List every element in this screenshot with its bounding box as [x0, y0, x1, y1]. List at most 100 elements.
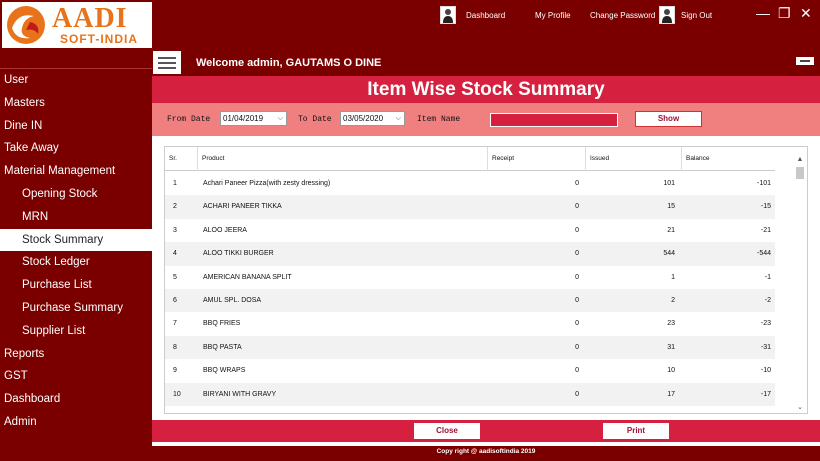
cell-product: ALOO JEERA [203, 226, 247, 234]
cell-balance: -2 [764, 297, 771, 304]
sidebar-item-dashboard[interactable]: Dashboard [0, 388, 152, 411]
cell-receipt: 0 [575, 180, 579, 187]
sidebar-item-opening-stock[interactable]: Opening Stock [0, 183, 152, 206]
cell-receipt: 0 [575, 226, 579, 234]
sidebar: User Masters Dine IN Take Away Material Mana… [0, 68, 152, 448]
cell-balance: -31 [760, 343, 771, 351]
cell-issued: 544 [663, 250, 675, 258]
topnav-my-profile-label: My Profile [535, 10, 571, 20]
scroll-thumb[interactable] [796, 167, 804, 179]
table-row[interactable]: 6 AMUL SPL. DOSA 0 2 -2 [165, 289, 775, 313]
cell-balance: -23 [760, 320, 771, 328]
table-row[interactable]: 9 BBQ WRAPS 0 10 -10 [165, 359, 775, 382]
cell-receipt: 0 [575, 320, 579, 328]
to-date-picker[interactable]: 03/05/2020 ⌵ [340, 111, 405, 126]
cell-sr: 8 [173, 343, 177, 351]
close-button[interactable]: Close [414, 423, 480, 439]
cell-sr: 5 [173, 273, 177, 281]
from-date-label: From Date [167, 115, 211, 124]
sidebar-item-material-management[interactable]: Material Management [0, 160, 152, 183]
topnav-dashboard-label: Dashboard [466, 10, 506, 20]
cell-receipt: 0 [575, 390, 579, 398]
table-row[interactable]: 3 ALOO JEERA 0 21 -21 [165, 219, 775, 242]
cell-product: ALOO TIKKI BURGER [203, 250, 274, 258]
cell-balance: -15 [760, 203, 771, 211]
scroll-down-icon[interactable]: ⌄ [795, 403, 805, 413]
header-receipt[interactable]: Receipt [487, 147, 583, 171]
topnav-my-profile[interactable]: My Profile [535, 0, 571, 30]
table-row[interactable]: 10 BIRYANI WITH GRAVY 0 17 -17 [165, 382, 775, 406]
table-row[interactable]: 5 AMERICAN BANANA SPLIT 0 1 -1 [165, 266, 775, 289]
topnav-change-password[interactable]: Change Password [590, 0, 655, 30]
sidebar-item-dine-in[interactable]: Dine IN [0, 115, 152, 138]
cell-product: AMERICAN BANANA SPLIT [203, 273, 292, 281]
cell-issued: 23 [667, 320, 675, 328]
cell-sr: 9 [173, 367, 177, 375]
sidebar-item-admin[interactable]: Admin [0, 411, 152, 434]
maximize-window-icon[interactable]: ❐ [778, 6, 791, 20]
hamburger-menu-icon[interactable] [153, 51, 181, 74]
cell-receipt: 0 [575, 343, 579, 351]
cell-issued: 31 [667, 343, 675, 351]
scroll-up-icon[interactable]: ▲ [795, 155, 805, 165]
sidebar-item-mrn[interactable]: MRN [0, 206, 152, 229]
to-date-label: To Date [298, 115, 332, 124]
item-name-input[interactable] [490, 113, 618, 127]
title-bar: Item Wise Stock Summary [152, 76, 820, 103]
sidebar-item-gst[interactable]: GST [0, 365, 152, 388]
table-row[interactable]: 8 BBQ PASTA 0 31 -31 [165, 335, 775, 360]
from-date-value: 01/04/2019 [223, 114, 264, 123]
vertical-scrollbar[interactable]: ▲ ⌄ [795, 155, 805, 413]
copyright-text: Copy right @ aadisoftindia 2019 [436, 448, 536, 455]
header-issued[interactable]: Issued [585, 147, 679, 171]
print-button[interactable]: Print [603, 423, 669, 439]
sidebar-item-reports[interactable]: Reports [0, 343, 152, 366]
cell-issued: 17 [667, 390, 675, 398]
logo-sub-text: SOFT-INDIA [60, 32, 138, 46]
header-balance[interactable]: Balance [681, 147, 775, 171]
header-sr[interactable]: Sr. [165, 147, 195, 171]
user-avatar-icon [440, 6, 456, 24]
cell-product: ACHARI PANEER TIKKA [203, 203, 282, 211]
cell-receipt: 0 [575, 203, 579, 211]
cell-sr: 4 [173, 250, 177, 258]
footer-bar: Close Print [152, 420, 820, 442]
from-date-picker[interactable]: 01/04/2019 ⌵ [220, 111, 287, 126]
cell-sr: 7 [173, 320, 177, 328]
close-window-icon[interactable]: ✕ [800, 6, 812, 20]
cell-issued: 10 [667, 367, 675, 375]
sign-out-avatar-icon [659, 6, 675, 24]
cell-product: AMUL SPL. DOSA [203, 297, 262, 304]
table-header: Sr. Product Receipt Issued Balance [165, 147, 775, 171]
logo-main-text: AADI [52, 3, 128, 34]
collapse-panel-icon[interactable] [796, 57, 814, 65]
topnav-dashboard[interactable]: Dashboard [440, 0, 505, 30]
cell-sr: 6 [173, 297, 177, 304]
sidebar-item-supplier-list[interactable]: Supplier List [0, 320, 152, 343]
sidebar-item-purchase-summary[interactable]: Purchase Summary [0, 297, 152, 320]
sidebar-item-masters[interactable]: Masters [0, 92, 152, 115]
header-product[interactable]: Product [197, 147, 485, 171]
chevron-down-icon: ⌵ [395, 115, 401, 122]
item-name-label: Item Name [417, 115, 461, 124]
welcome-message: Welcome admin, GAUTAMS O DINE [196, 57, 382, 69]
sidebar-item-stock-summary[interactable]: Stock Summary [0, 228, 152, 252]
cell-issued: 101 [663, 180, 675, 187]
minimize-window-icon[interactable]: — [756, 6, 770, 20]
sidebar-item-stock-ledger[interactable]: Stock Ledger [0, 251, 152, 274]
cell-receipt: 0 [575, 367, 579, 375]
logo-swirl-icon [7, 6, 45, 44]
table-row[interactable]: 1 Achari Paneer Pizza(with zesty dressing… [165, 172, 775, 195]
sidebar-item-purchase-list[interactable]: Purchase List [0, 274, 152, 297]
filter-bar: From Date 01/04/2019 ⌵ To Date 03/05/202… [152, 103, 820, 136]
table-row[interactable]: 4 ALOO TIKKI BURGER 0 544 -544 [165, 242, 775, 266]
table-row[interactable]: 2 ACHARI PANEER TIKKA 0 15 -15 [165, 195, 775, 219]
table-row[interactable]: 7 BBQ FRIES 0 23 -23 [165, 312, 775, 335]
sidebar-item-user[interactable]: User [0, 69, 152, 92]
sidebar-item-take-away[interactable]: Take Away [0, 137, 152, 160]
topnav-sign-out[interactable]: Sign Out [659, 0, 712, 30]
cell-sr: 2 [173, 203, 177, 211]
to-date-value: 03/05/2020 [343, 114, 384, 123]
page-title: Item Wise Stock Summary [367, 79, 605, 100]
show-button[interactable]: Show [635, 111, 702, 127]
